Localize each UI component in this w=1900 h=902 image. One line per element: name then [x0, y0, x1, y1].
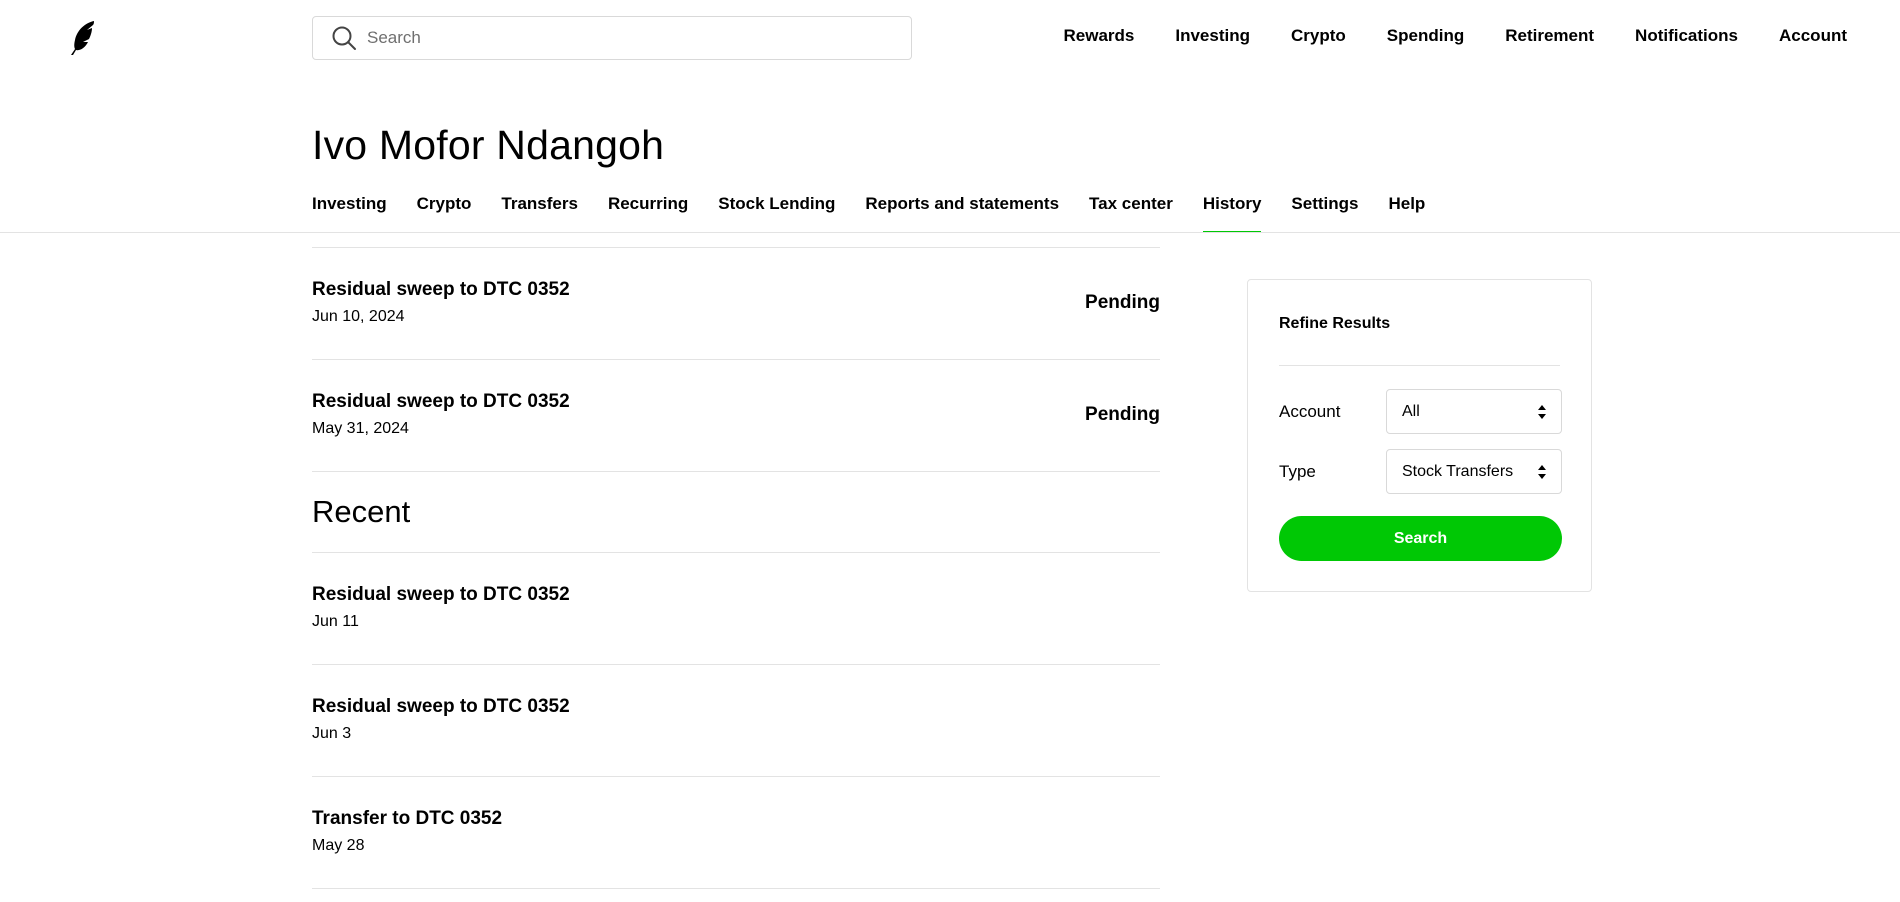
refine-title: Refine Results — [1279, 315, 1391, 332]
feather-logo-icon[interactable] — [68, 20, 98, 56]
tab-recurring[interactable]: Recurring — [608, 194, 688, 233]
search-button[interactable]: Search — [1279, 516, 1562, 561]
account-select-value: All — [1402, 402, 1420, 420]
tab-crypto[interactable]: Crypto — [417, 194, 472, 233]
history-row-title: Residual sweep to DTC 0352 — [312, 391, 570, 412]
type-select-value: Stock Transfers — [1402, 462, 1514, 480]
status-label: Pending — [1085, 292, 1160, 313]
tab-reports-and-statements[interactable]: Reports and statements — [865, 194, 1059, 233]
account-filter-label: Account — [1279, 402, 1341, 421]
history-row-date: Jun 10, 2024 — [312, 308, 405, 325]
refine-results-panel: Refine Results Account All Type Stock Tr… — [1247, 279, 1592, 592]
refine-divider — [1279, 365, 1560, 366]
top-nav-investing[interactable]: Investing — [1175, 26, 1250, 46]
history-row-date: May 31, 2024 — [312, 420, 409, 437]
status-label: Pending — [1085, 404, 1160, 425]
top-nav-spending[interactable]: Spending — [1387, 26, 1464, 46]
top-nav-notifications[interactable]: Notifications — [1635, 26, 1738, 46]
tab-help[interactable]: Help — [1388, 194, 1425, 233]
history-row[interactable]: Residual sweep to DTC 0352 Jun 10, 2024 … — [282, 247, 1190, 359]
top-nav-rewards[interactable]: Rewards — [1064, 26, 1135, 46]
type-select[interactable]: Stock Transfers — [1386, 449, 1562, 494]
search-icon — [332, 26, 356, 50]
history-row-date: Jun 3 — [312, 725, 352, 742]
history-list: Residual sweep to DTC 0352 Jun 10, 2024 … — [282, 247, 1190, 889]
history-row[interactable]: Residual sweep to DTC 0352 Jun 3 — [312, 664, 1160, 776]
history-row-title: Residual sweep to DTC 0352 — [312, 279, 570, 300]
history-row[interactable]: Transfer to DTC 0352 May 28 — [312, 776, 1160, 888]
section-heading: Recent — [312, 494, 411, 529]
recent-section-header: Recent — [312, 471, 1160, 552]
header-divider — [0, 232, 1900, 233]
top-nav: Rewards Investing Crypto Spending Retire… — [1023, 26, 1848, 46]
tab-settings[interactable]: Settings — [1291, 194, 1358, 233]
sort-arrows-icon — [1538, 465, 1546, 479]
history-row[interactable]: Residual sweep to DTC 0352 May 31, 2024 … — [312, 359, 1160, 471]
tab-tax-center[interactable]: Tax center — [1089, 194, 1173, 233]
history-row-title: Residual sweep to DTC 0352 — [312, 696, 570, 717]
list-divider — [312, 888, 1160, 889]
tab-stock-lending[interactable]: Stock Lending — [718, 194, 835, 233]
history-row-title: Residual sweep to DTC 0352 — [312, 584, 570, 605]
history-row-title: Transfer to DTC 0352 — [312, 808, 503, 829]
history-row[interactable]: Residual sweep to DTC 0352 Jun 11 — [312, 552, 1160, 664]
account-tabs: Investing Crypto Transfers Recurring Sto… — [312, 194, 1455, 233]
history-row-date: Jun 11 — [312, 613, 359, 630]
search-input[interactable] — [367, 28, 887, 48]
type-filter-label: Type — [1279, 462, 1316, 481]
history-row-date: May 28 — [312, 837, 365, 854]
account-select[interactable]: All — [1386, 389, 1562, 434]
tab-transfers[interactable]: Transfers — [501, 194, 578, 233]
top-nav-crypto[interactable]: Crypto — [1291, 26, 1346, 46]
search-bar[interactable] — [312, 16, 912, 60]
tab-investing[interactable]: Investing — [312, 194, 387, 233]
sort-arrows-icon — [1538, 405, 1546, 419]
tab-history[interactable]: History — [1202, 194, 1261, 233]
top-nav-retirement[interactable]: Retirement — [1505, 26, 1594, 46]
top-nav-account[interactable]: Account — [1779, 26, 1847, 46]
page-title: Ivo Mofor Ndangoh — [312, 122, 665, 168]
